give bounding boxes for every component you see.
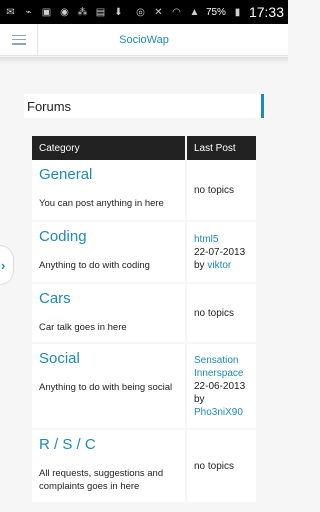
table-row[interactable]: Cars Car talk goes in here no topics — [32, 284, 256, 344]
category-link[interactable]: Coding — [39, 228, 178, 245]
category-cell: Social Anything to do with being social — [32, 344, 185, 428]
status-bar: ✉ ⌁ ▣ ◉ ⁂ ▤ ⬇ ◎ ✕ ◠ ▲ 75% ▮ 17:33 — [0, 0, 288, 24]
table-row[interactable]: Social Anything to do with being social … — [32, 344, 256, 430]
bbm-icon: ⁂ — [77, 6, 88, 18]
category-description: Anything to do with coding — [39, 260, 150, 271]
no-topics-text: no topics — [194, 460, 235, 472]
image-icon: ▣ — [41, 6, 52, 18]
category-cell: General You can post anything in here — [32, 160, 185, 220]
author-link[interactable]: viktor — [207, 260, 231, 271]
no-topics-text: no topics — [194, 184, 235, 196]
section-title: Forums — [27, 98, 72, 114]
battery-icon: ▮ — [234, 6, 241, 18]
last-post-cell: no topics — [187, 160, 256, 220]
divider — [0, 57, 288, 65]
wifi-icon: ◠ — [172, 6, 181, 18]
forums-table: Category Last Post General You can post … — [32, 136, 256, 504]
last-post-date: 22-07-2013 — [194, 246, 246, 258]
hamburger-icon — [11, 34, 26, 45]
store-icon: ▤ — [95, 6, 106, 18]
table-row[interactable]: R / S / C All requests, suggestions and … — [32, 430, 256, 504]
category-description: Car talk goes in here — [39, 322, 127, 333]
system-icons: ◎ ✕ ◠ ▲ 75% ▮ 17:33 — [134, 4, 284, 20]
app-title: SocioWap — [119, 33, 169, 46]
mute-icon: ✕ — [154, 6, 163, 18]
drawer-handle[interactable]: › — [0, 245, 14, 285]
table-header: Category Last Post — [32, 136, 256, 160]
by-label: by — [194, 393, 205, 405]
last-post-cell: no topics — [187, 430, 256, 502]
category-link[interactable]: Social — [39, 350, 178, 367]
eye-icon: ◎ — [136, 6, 145, 18]
table-row[interactable]: General You can post anything in here no… — [32, 160, 256, 222]
by-label: by — [194, 259, 205, 271]
table-row[interactable]: Coding Anything to do with coding html5 … — [32, 222, 256, 284]
email-icon: ✉ — [6, 6, 15, 18]
category-description: You can post anything in here — [39, 198, 164, 209]
column-header-category: Category — [32, 136, 185, 160]
author-link[interactable]: Pho3niX90 — [194, 406, 249, 419]
section-header: Forums — [24, 94, 264, 118]
last-post-cell: html5 22-07-2013 by viktor — [187, 222, 256, 282]
last-post-cell: no topics — [187, 284, 256, 342]
category-cell: R / S / C All requests, suggestions and … — [32, 430, 185, 502]
menu-button[interactable] — [0, 23, 38, 56]
category-link[interactable]: General — [39, 166, 178, 183]
signal-icon: ▲ — [189, 6, 200, 18]
notification-icons: ✉ ⌁ ▣ ◉ ⁂ ▤ ⬇ — [4, 6, 125, 19]
last-post-by: by viktor — [194, 259, 249, 272]
app-bar: SocioWap — [0, 23, 288, 56]
category-description: Anything to do with being social — [39, 382, 173, 393]
category-cell: Cars Car talk goes in here — [32, 284, 185, 342]
category-link[interactable]: Cars — [39, 290, 178, 307]
last-post-by: by — [194, 393, 249, 406]
no-topics-text: no topics — [194, 307, 235, 319]
chevron-right-icon: › — [1, 257, 6, 273]
download-icon: ⬇ — [114, 6, 123, 18]
last-post-cell: Sensation Innerspace 22-06-2013 by Pho3n… — [187, 344, 256, 428]
category-link[interactable]: R / S / C — [39, 436, 178, 453]
column-header-last-post: Last Post — [187, 136, 256, 160]
app-icon: ◉ — [60, 6, 69, 18]
last-post-title-link[interactable]: Sensation Innerspace — [194, 354, 249, 380]
usb-icon: ⌁ — [25, 6, 32, 18]
clock: 17:33 — [248, 4, 284, 20]
category-description: All requests, suggestions and complaints… — [39, 468, 164, 492]
last-post-title-link[interactable]: html5 — [194, 233, 249, 246]
battery-percent: 75% — [205, 6, 226, 18]
category-cell: Coding Anything to do with coding — [32, 222, 185, 282]
last-post-date: 22-06-2013 — [194, 380, 246, 392]
